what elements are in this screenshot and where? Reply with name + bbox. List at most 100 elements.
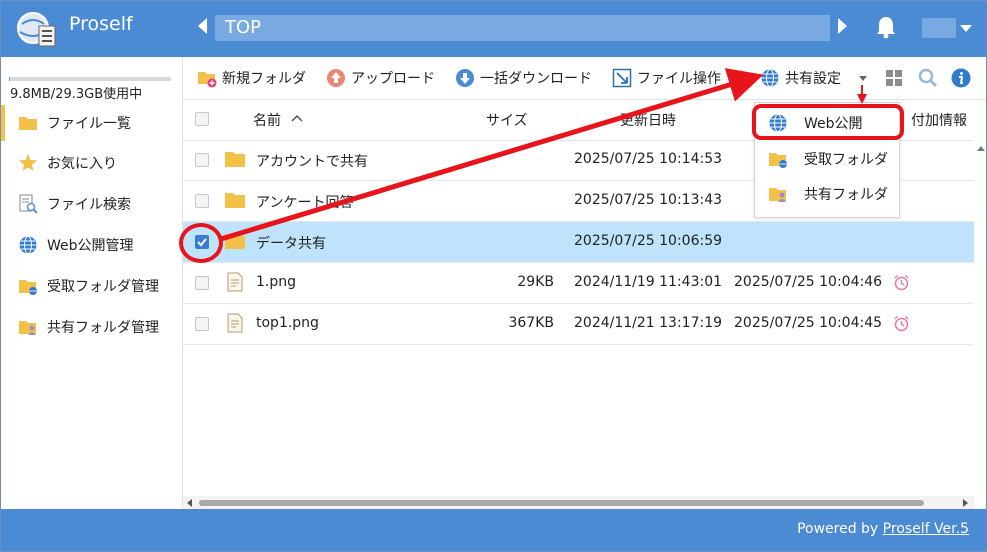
document-icon xyxy=(227,272,243,292)
sidebar-item-file-search[interactable]: ファイル検索 xyxy=(1,184,182,224)
name-column-header[interactable]: 名前 xyxy=(253,110,281,130)
share-settings-button[interactable]: 共有設定 xyxy=(760,67,841,89)
highlight-web-publish-box xyxy=(752,104,904,140)
share-settings-label: 共有設定 xyxy=(785,71,841,87)
footer: Powered by Proself Ver.5 xyxy=(1,509,986,551)
file-name: top1.png xyxy=(256,315,319,331)
menu-item-receive-folder[interactable]: 受取フォルダ xyxy=(755,141,899,177)
menu-item-label: 共有フォルダ xyxy=(804,187,888,203)
toolbar: 新規フォルダ アップロード 一括ダウンロード ファイル操作 共有設定 xyxy=(183,57,986,100)
bulk-download-button[interactable]: 一括ダウンロード xyxy=(455,67,592,89)
vertical-scrollbar[interactable] xyxy=(974,140,986,496)
updated-date: 2025/07/25 10:14:53 xyxy=(574,151,723,167)
shared-folder-icon xyxy=(19,321,36,335)
new-folder-label: 新規フォルダ xyxy=(222,71,306,87)
sidebar-item-favorites[interactable]: お気に入り xyxy=(1,143,182,183)
updated-column-header[interactable]: 更新日時 xyxy=(620,110,676,130)
upload-label: アップロード xyxy=(351,71,435,87)
horizontal-scroll-thumb[interactable] xyxy=(199,500,924,506)
file-name: 1.png xyxy=(256,274,297,290)
scroll-left-arrow-icon[interactable] xyxy=(187,499,192,507)
footer-prefix: Powered by xyxy=(797,521,883,537)
folder-icon xyxy=(225,193,245,208)
new-folder-icon xyxy=(198,72,217,88)
sidebar-item-receive-folders[interactable]: 受取フォルダ管理 xyxy=(1,266,182,306)
folder-icon xyxy=(225,152,245,167)
sidebar-item-label: ファイル一覧 xyxy=(47,116,131,132)
forward-arrow-icon[interactable] xyxy=(838,18,847,34)
select-all-checkbox[interactable] xyxy=(195,112,209,126)
updated-date: 2024/11/21 13:17:19 xyxy=(574,315,723,331)
extra-info-column-header[interactable]: 付加情報 xyxy=(911,110,967,130)
folder-icon xyxy=(19,117,37,130)
globe-icon xyxy=(19,236,37,254)
current-path: TOP xyxy=(215,15,830,41)
file-size: 367KB xyxy=(508,315,554,331)
file-name: アンケート回答 xyxy=(256,195,354,211)
row-checkbox[interactable] xyxy=(195,317,209,331)
proself-logo-icon xyxy=(17,12,56,47)
bulk-download-label: 一括ダウンロード xyxy=(480,71,592,87)
sort-ascending-icon[interactable] xyxy=(291,114,303,122)
download-icon xyxy=(456,69,474,87)
sidebar-item-file-list[interactable]: ファイル一覧 xyxy=(1,103,182,143)
scroll-up-arrow-icon[interactable] xyxy=(977,146,985,151)
size-column-header[interactable]: サイズ xyxy=(486,110,528,130)
document-icon xyxy=(227,313,243,333)
top-header: Proself TOP xyxy=(1,1,986,57)
alarm-clock-icon xyxy=(894,315,909,332)
receive-folder-icon xyxy=(769,153,787,168)
updated-date: 2025/07/25 10:06:59 xyxy=(574,233,723,249)
updated-date: 2025/07/25 10:13:43 xyxy=(574,192,723,208)
version-link[interactable]: Proself Ver.5 xyxy=(883,521,969,537)
share-settings-caret-icon[interactable] xyxy=(859,76,867,81)
storage-usage-text: 9.8MB/29.3GB使用中 xyxy=(10,87,143,102)
user-name[interactable] xyxy=(922,18,956,38)
new-folder-button[interactable]: 新規フォルダ xyxy=(197,67,306,89)
file-name: アカウントで共有 xyxy=(256,154,368,170)
grid-view-icon[interactable] xyxy=(885,69,903,87)
expiration-date: 2025/07/25 10:04:46 xyxy=(734,274,883,290)
info-icon[interactable] xyxy=(951,68,971,88)
storage-usage-fill xyxy=(9,77,10,81)
brand-name: Proself xyxy=(69,13,133,35)
upload-button[interactable]: アップロード xyxy=(326,67,435,89)
row-checkbox[interactable] xyxy=(195,194,209,208)
row-checkbox[interactable] xyxy=(195,153,209,167)
shared-folder-icon xyxy=(769,188,786,202)
upload-icon xyxy=(327,69,345,87)
sidebar-item-shared-folders[interactable]: 共有フォルダ管理 xyxy=(1,307,182,347)
file-operations-button[interactable]: ファイル操作 xyxy=(612,67,721,89)
storage-usage-bar xyxy=(9,77,171,81)
row-checkbox[interactable] xyxy=(195,276,209,290)
table-row[interactable]: top1.png 367KB 2024/11/21 13:17:19 2025/… xyxy=(183,304,974,345)
updated-date: 2024/11/19 11:43:01 xyxy=(574,274,723,290)
sidebar-item-label: Web公開管理 xyxy=(47,238,134,254)
sidebar-item-label: 受取フォルダ管理 xyxy=(47,279,159,295)
sidebar-item-label: お気に入り xyxy=(47,156,117,172)
horizontal-scrollbar[interactable] xyxy=(183,496,974,509)
sidebar: 9.8MB/29.3GB使用中 ファイル一覧 お気に入り ファイル検索 Web公… xyxy=(1,57,183,509)
menu-item-label: 受取フォルダ xyxy=(804,152,888,168)
globe-icon xyxy=(761,69,779,87)
bell-icon[interactable] xyxy=(875,15,897,39)
table-row[interactable]: 1.png 29KB 2024/11/19 11:43:01 2025/07/2… xyxy=(183,263,974,304)
search-icon[interactable] xyxy=(918,68,938,88)
receive-folder-icon xyxy=(19,280,37,295)
file-operations-label: ファイル操作 xyxy=(637,71,721,87)
table-row[interactable]: データ共有 2025/07/25 10:06:59 xyxy=(183,222,974,263)
footer-text: Powered by Proself Ver.5 xyxy=(797,521,969,537)
scroll-right-arrow-icon[interactable] xyxy=(963,499,968,507)
sidebar-item-label: 共有フォルダ管理 xyxy=(47,320,159,336)
expiration-date: 2025/07/25 10:04:45 xyxy=(734,315,883,331)
sidebar-item-web-publish[interactable]: Web公開管理 xyxy=(1,225,182,265)
file-operations-icon xyxy=(612,68,632,88)
star-icon xyxy=(19,154,37,171)
app-window: Proself TOP 9.8MB/29.3GB使用中 ファイル一覧 お気に入り… xyxy=(0,0,987,552)
menu-item-shared-folder[interactable]: 共有フォルダ xyxy=(755,176,899,212)
back-arrow-icon[interactable] xyxy=(198,18,207,34)
file-name: データ共有 xyxy=(256,236,326,252)
user-menu-caret-icon[interactable] xyxy=(960,25,972,32)
alarm-clock-icon xyxy=(894,274,909,291)
file-size: 29KB xyxy=(517,274,554,290)
